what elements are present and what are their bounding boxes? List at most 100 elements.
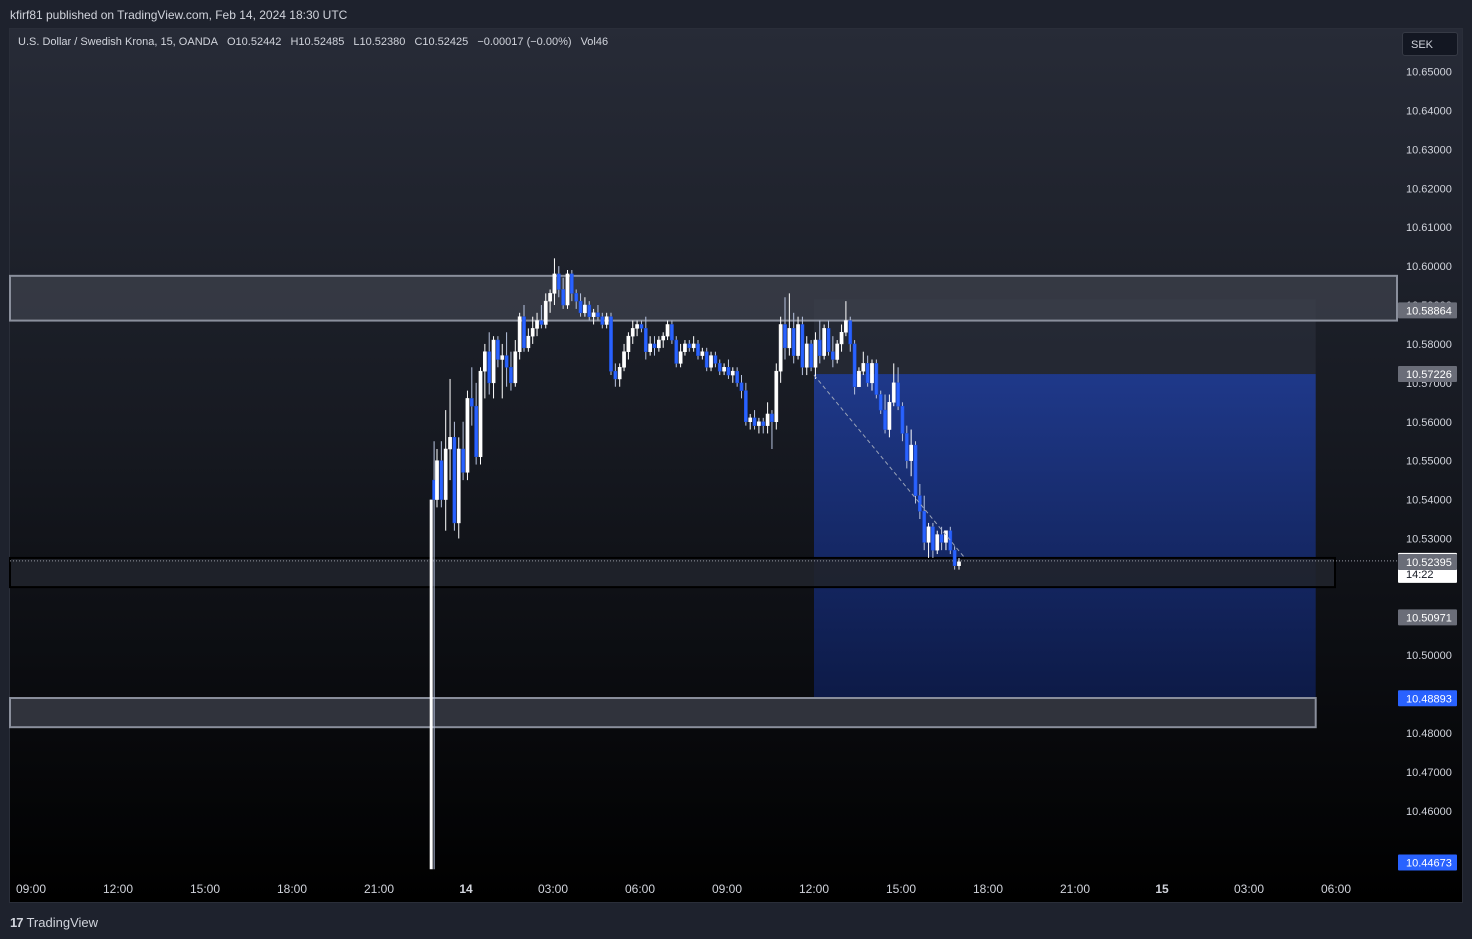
candle-down [752, 417, 757, 426]
candle-down [952, 549, 957, 566]
y-tick-label: 10.63000 [1406, 144, 1452, 156]
candle-up [774, 370, 779, 423]
x-tick-label: 09:00 [712, 882, 742, 896]
candle-up [748, 417, 753, 423]
candle-up [813, 339, 818, 368]
supply-zone [9, 274, 1398, 322]
candle-down [948, 530, 953, 551]
candle-down [461, 448, 465, 473]
candle-down [504, 355, 509, 368]
candle-up [691, 343, 696, 349]
candle-down [696, 343, 700, 356]
candle-down [522, 316, 526, 349]
candle-down [931, 526, 935, 551]
candle-up [861, 363, 866, 372]
candle-down [783, 324, 787, 349]
candle-down [613, 370, 618, 380]
candle-down [913, 444, 918, 496]
candle-down [918, 495, 922, 512]
price-chart[interactable]: 10.65000 10.64000 10.63000 10.62000 10.61000… [0, 0, 1472, 939]
tradingview-logo-icon[interactable]: 17 [10, 915, 24, 930]
demand-zone [9, 697, 1317, 729]
candle-up [765, 413, 770, 426]
candle-down [726, 367, 731, 376]
candle-down [509, 367, 513, 384]
y-tick-label: 10.48000 [1406, 728, 1452, 740]
candle-up [443, 448, 448, 500]
y-tick-label: 10.47000 [1406, 767, 1452, 779]
candle-down [878, 394, 883, 411]
candle-up [591, 312, 596, 317]
candle-down [561, 289, 565, 306]
y-tick-label: 10.60000 [1406, 261, 1452, 273]
candle-up [757, 421, 761, 426]
candle-up [909, 444, 913, 461]
y-tick-label: 10.64000 [1406, 105, 1452, 117]
candle-up [583, 304, 587, 314]
x-tick-label: 06:00 [625, 882, 655, 896]
candle-up [500, 355, 505, 360]
candle-down [474, 405, 478, 458]
candle-down [800, 324, 805, 368]
candle-up [887, 402, 892, 430]
candle-down [904, 433, 909, 461]
candle-down [439, 460, 444, 500]
x-tick-label: 14 [459, 882, 473, 896]
candle-down [670, 324, 674, 341]
x-tick-label: 21:00 [1060, 882, 1090, 896]
y-tick-label: 10.50000 [1406, 650, 1452, 662]
candle-up [517, 316, 522, 352]
candle-down [570, 273, 574, 294]
x-tick-label: 15:00 [886, 882, 916, 896]
price-badge-label: 10.50971 [1406, 612, 1452, 624]
candle-up [778, 324, 783, 372]
candle-up [665, 324, 670, 337]
candle-up [604, 316, 609, 325]
candle-up [661, 335, 666, 341]
candle-down [713, 355, 718, 364]
candle-down [791, 328, 796, 356]
candle-up [483, 351, 487, 372]
candle-up [891, 382, 896, 403]
candle-up [935, 534, 940, 551]
candle-up [548, 293, 552, 302]
candle-up [683, 343, 687, 352]
candle-down [852, 343, 857, 387]
candle-down [687, 343, 692, 349]
candle-up [448, 437, 452, 450]
symbol-name[interactable]: U.S. Dollar / Swedish Krona, 15, OANDA [18, 36, 218, 48]
candle-down [652, 343, 657, 349]
x-tick-label: 15 [1155, 882, 1169, 896]
candle-down [717, 363, 722, 372]
y-tick-label: 10.65000 [1406, 67, 1452, 79]
candle-down [587, 304, 592, 317]
x-tick-label: 18:00 [277, 882, 307, 896]
candle-down [735, 370, 739, 384]
candle-down [487, 351, 492, 384]
y-tick-label: 10.58000 [1406, 339, 1452, 351]
footer: 17 TradingView [10, 912, 98, 932]
candle-up [456, 448, 461, 524]
candle-up [622, 351, 626, 368]
candle-down [865, 363, 870, 384]
candle-up [730, 370, 735, 376]
candle-down [883, 409, 887, 430]
x-tick-label: 12:00 [799, 882, 829, 896]
candle-down [848, 320, 853, 345]
candle-down [556, 273, 561, 290]
candle-up [822, 328, 826, 356]
y-tick-label: 10.61000 [1406, 222, 1452, 234]
candle-down [831, 351, 835, 360]
tradingview-logo-text[interactable]: TradingView [26, 915, 98, 930]
candle-up [709, 355, 713, 368]
candle-down [469, 398, 474, 407]
candle-down [578, 300, 583, 314]
volume-value: Vol46 [580, 36, 609, 48]
candle-up [835, 343, 840, 360]
candle-down [809, 343, 813, 368]
candle-up [957, 561, 961, 566]
current-zone [9, 556, 1336, 589]
currency-button[interactable]: SEK [1402, 32, 1458, 56]
x-tick-label: 06:00 [1321, 882, 1351, 896]
candle-up [552, 273, 557, 294]
